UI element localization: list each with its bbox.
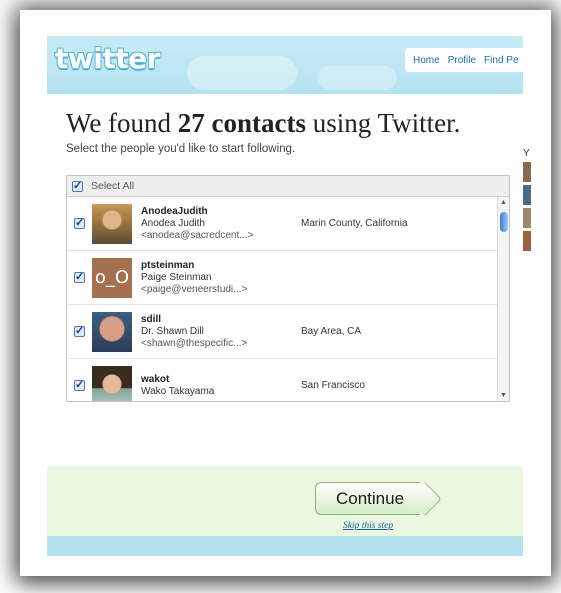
sidebar-avatar bbox=[523, 162, 531, 182]
twitter-logo[interactable]: twitter bbox=[55, 42, 160, 75]
contacts-rows: AnodeaJudith Anodea Judith <anodea@sacre… bbox=[67, 197, 509, 401]
contacts-scrollbar[interactable]: ▲ ▼ bbox=[497, 197, 509, 401]
contact-info: sdill Dr. Shawn Dill <shawn@thespecific.… bbox=[141, 314, 301, 350]
nav-find-people-link[interactable]: Find Pe bbox=[484, 55, 518, 66]
contact-username: wakot bbox=[141, 373, 170, 385]
header: twitter Home Profile Find Pe bbox=[47, 36, 523, 94]
contact-row: o_O ptsteinman Paige Steinman <paige@ven… bbox=[67, 251, 509, 305]
contact-email: <shawn@thespecific...> bbox=[141, 337, 248, 349]
contact-checkbox[interactable] bbox=[74, 324, 85, 337]
title-prefix: We found bbox=[66, 108, 178, 138]
contact-email: <paige@veneerstudi...> bbox=[141, 283, 248, 295]
contact-info: wakot Wako Takayama bbox=[141, 374, 301, 398]
sidebar-peek-letter: Y bbox=[523, 148, 530, 159]
sidebar-peek: Y bbox=[523, 148, 531, 251]
sidebar-avatar bbox=[523, 185, 531, 205]
contact-location: Bay Area, CA bbox=[301, 326, 362, 337]
contact-checkbox[interactable] bbox=[74, 270, 85, 283]
contact-fullname: Anodea Judith bbox=[141, 217, 205, 229]
contacts-list: Select All AnodeaJudith Anodea Judith <a… bbox=[66, 175, 510, 402]
select-all-checkbox[interactable] bbox=[72, 179, 83, 192]
select-all-label[interactable]: Select All bbox=[91, 180, 134, 192]
contact-checkbox[interactable] bbox=[74, 378, 85, 391]
twitter-page: twitter Home Profile Find Pe We found 27… bbox=[47, 36, 523, 556]
cloud-decoration bbox=[317, 66, 397, 90]
title-suffix: using Twitter. bbox=[306, 108, 461, 138]
contact-info: ptsteinman Paige Steinman <paige@veneers… bbox=[141, 260, 301, 296]
page-subtitle: Select the people you'd like to start fo… bbox=[66, 143, 296, 155]
skip-step-link[interactable]: Skip this step bbox=[343, 521, 393, 531]
contact-fullname: Dr. Shawn Dill bbox=[141, 325, 204, 337]
contact-username: ptsteinman bbox=[141, 259, 195, 271]
select-all-row[interactable]: Select All bbox=[67, 176, 509, 197]
page-title: We found 27 contacts using Twitter. bbox=[66, 108, 460, 139]
contact-fullname: Paige Steinman bbox=[141, 271, 212, 283]
nav-home-link[interactable]: Home bbox=[413, 55, 440, 66]
footer-band bbox=[47, 536, 523, 556]
avatar bbox=[92, 203, 132, 244]
avatar bbox=[92, 311, 132, 352]
contact-email: <anodea@sacredcent...> bbox=[141, 229, 254, 241]
continue-button[interactable]: Continue bbox=[315, 482, 420, 515]
avatar bbox=[92, 365, 132, 401]
contact-info: AnodeaJudith Anodea Judith <anodea@sacre… bbox=[141, 206, 301, 242]
cloud-decoration bbox=[187, 56, 297, 90]
contact-fullname: Wako Takayama bbox=[141, 385, 215, 397]
contact-location: Marin County, California bbox=[301, 218, 408, 229]
contact-username: sdill bbox=[141, 313, 162, 325]
contact-location: San Francisco bbox=[301, 380, 365, 391]
sidebar-avatar bbox=[523, 231, 531, 251]
continue-label: Continue bbox=[335, 488, 405, 508]
action-band bbox=[47, 466, 523, 536]
contact-username: AnodeaJudith bbox=[141, 205, 208, 217]
avatar: o_O bbox=[92, 257, 132, 298]
contact-row: AnodeaJudith Anodea Judith <anodea@sacre… bbox=[67, 197, 509, 251]
scroll-up-icon[interactable]: ▲ bbox=[500, 199, 507, 206]
contact-checkbox[interactable] bbox=[74, 216, 85, 229]
contact-row: sdill Dr. Shawn Dill <shawn@thespecific.… bbox=[67, 305, 509, 359]
title-count: 27 contacts bbox=[177, 108, 307, 138]
top-nav: Home Profile Find Pe bbox=[405, 48, 523, 72]
sidebar-avatar bbox=[523, 208, 531, 228]
scroll-down-icon[interactable]: ▼ bbox=[500, 392, 507, 399]
nav-profile-link[interactable]: Profile bbox=[448, 55, 476, 66]
scroll-thumb[interactable] bbox=[500, 212, 508, 232]
contact-row: wakot Wako Takayama San Francisco bbox=[67, 359, 509, 401]
page-card: twitter Home Profile Find Pe We found 27… bbox=[20, 10, 551, 576]
